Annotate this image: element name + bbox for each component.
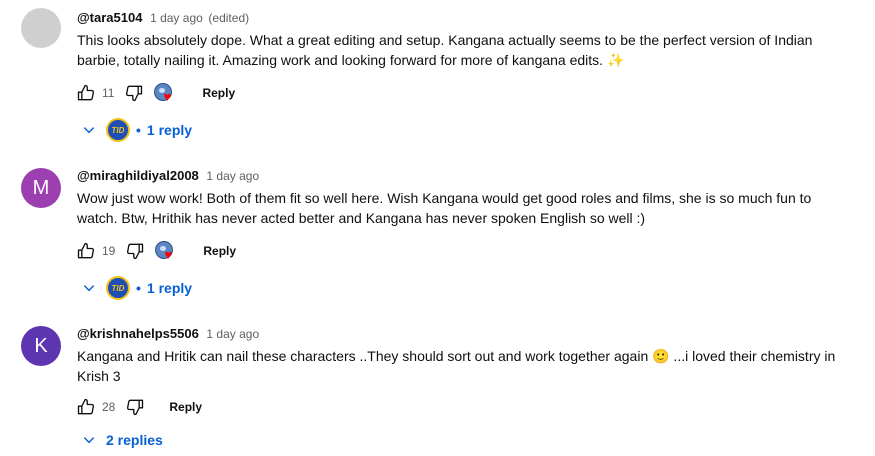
chevron-down-icon [80, 279, 98, 297]
comment-actions: 11 ♥ Reply [74, 81, 243, 105]
chevron-down-icon [80, 121, 98, 139]
thumbs-down-icon[interactable] [123, 239, 147, 263]
creator-heart-icon: ♥ [155, 240, 177, 262]
thumbs-down-icon[interactable] [123, 395, 147, 419]
comment-text: This looks absolutely dope. What a great… [77, 32, 813, 68]
view-replies-button[interactable]: TID • 1 reply [80, 274, 192, 302]
comment-header: @krishnahelps5506 1 day ago [77, 326, 259, 341]
chevron-down-icon [80, 431, 98, 449]
comment-header: @tara5104 1 day ago (edited) [77, 10, 249, 25]
like-count: 28 [102, 400, 116, 414]
thumbs-down-icon[interactable] [122, 81, 146, 105]
thumbs-up-icon[interactable] [74, 81, 98, 105]
comment-time[interactable]: 1 day ago [150, 11, 203, 25]
edited-label: (edited) [208, 11, 250, 25]
comment-time[interactable]: 1 day ago [206, 169, 259, 183]
avatar[interactable]: K [21, 326, 61, 366]
reply-button[interactable]: Reply [195, 244, 244, 258]
comment-time[interactable]: 1 day ago [206, 327, 259, 341]
view-replies-button[interactable]: TID • 1 reply [80, 116, 192, 144]
comment-text: Kangana and Hritik can nail these charac… [77, 348, 836, 384]
avatar[interactable]: M [21, 168, 61, 208]
avatar[interactable] [21, 8, 61, 48]
replies-count-label: 1 reply [146, 280, 193, 296]
like-count: 19 [102, 244, 116, 258]
replies-count-label: 1 reply [146, 122, 193, 138]
comment-actions: 28 Reply [74, 395, 210, 419]
creator-heart-icon: ♥ [154, 82, 176, 104]
reply-button[interactable]: Reply [194, 86, 243, 100]
thumbs-up-icon[interactable] [74, 395, 98, 419]
comment-text: Wow just wow work! Both of them fit so w… [77, 190, 812, 226]
replier-avatar: TID [106, 118, 130, 142]
replier-avatar: TID [106, 276, 130, 300]
comment-actions: 19 ♥ Reply [74, 239, 244, 263]
thumbs-up-icon[interactable] [74, 239, 98, 263]
view-replies-button[interactable]: 2 replies [80, 426, 163, 454]
comment-author[interactable]: @miraghildiyal2008 [77, 168, 199, 183]
comment-author[interactable]: @tara5104 [77, 10, 142, 25]
replies-count-label: 2 replies [106, 432, 163, 448]
comment-header: @miraghildiyal2008 1 day ago [77, 168, 259, 183]
reply-button[interactable]: Reply [161, 400, 210, 414]
like-count: 11 [102, 86, 115, 100]
comment-author[interactable]: @krishnahelps5506 [77, 326, 199, 341]
